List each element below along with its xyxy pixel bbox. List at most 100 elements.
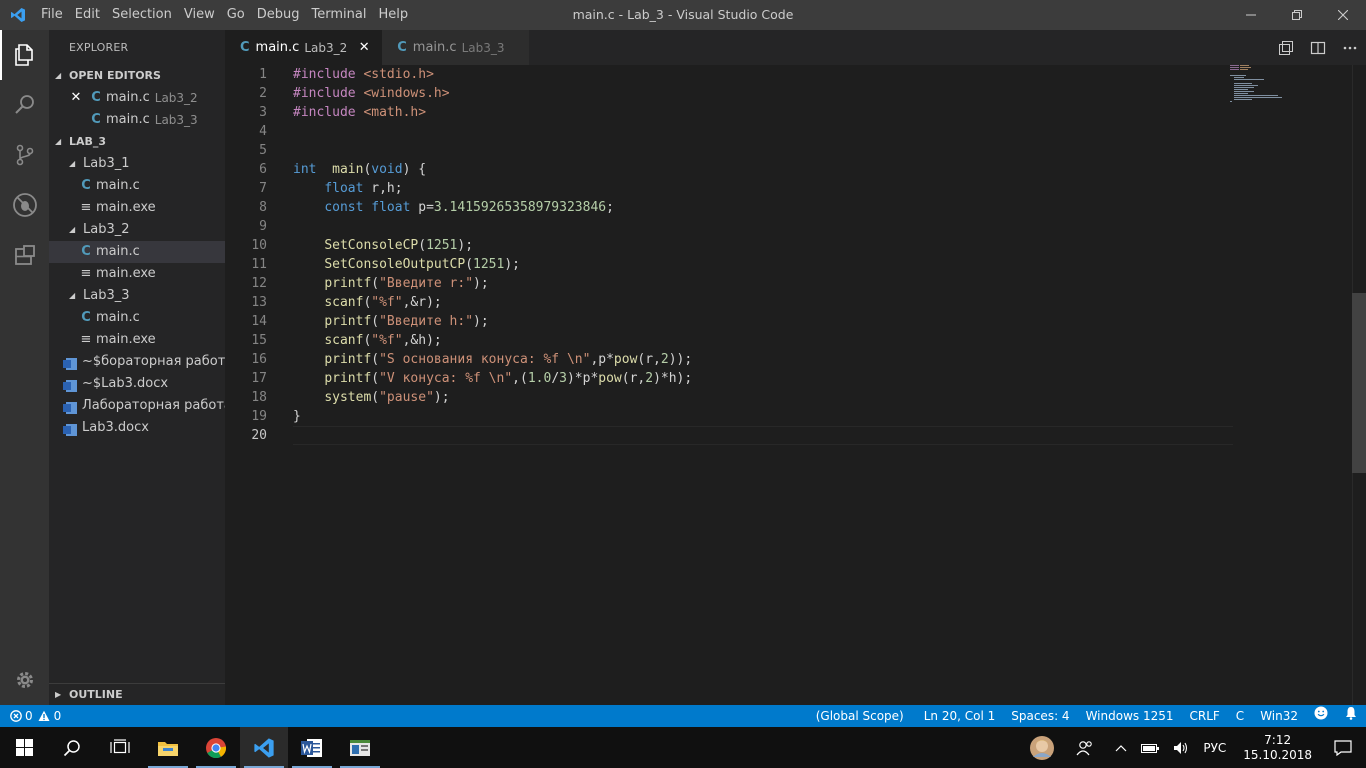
file-item[interactable]: ≡ main.exe	[49, 197, 225, 219]
menu-help[interactable]: Help	[372, 0, 414, 30]
line-number: 4	[259, 124, 267, 139]
menu-view[interactable]: View	[178, 0, 221, 30]
doc-item[interactable]: ~$бораторная работа...	[49, 351, 225, 373]
outline-header[interactable]: ▶ OUTLINE	[49, 683, 225, 705]
status-platform[interactable]: Win32	[1252, 705, 1306, 727]
folder-item-lab3-2[interactable]: ◢ Lab3_2	[49, 219, 225, 241]
code-line[interactable]: SetConsoleOutputCP(1251);	[293, 255, 1233, 274]
menu-edit[interactable]: Edit	[69, 0, 106, 30]
notification-center-icon[interactable]	[1322, 739, 1366, 756]
restore-button[interactable]	[1274, 0, 1320, 30]
app-icon[interactable]	[336, 727, 384, 768]
doc-item[interactable]: Лабораторная работа...	[49, 395, 225, 417]
code-line[interactable]	[293, 217, 1233, 236]
c-file-icon: C	[81, 310, 91, 325]
doc-item[interactable]: Lab3.docx	[49, 417, 225, 439]
clock[interactable]: 7:12 15.10.2018	[1233, 733, 1322, 763]
tab-main-c-lab3-2[interactable]: C main.c Lab3_2 ✕	[225, 30, 383, 65]
notifications-bell-icon[interactable]	[1336, 705, 1366, 727]
split-editor-icon[interactable]	[1302, 40, 1334, 56]
code-line[interactable]	[293, 426, 1233, 445]
line-number: 20	[251, 428, 267, 443]
code-line[interactable]	[293, 141, 1233, 160]
folder-item-lab3-3[interactable]: ◢ Lab3_3	[49, 285, 225, 307]
code-line[interactable]: scanf("%f",&r);	[293, 293, 1233, 312]
feedback-smiley-icon[interactable]	[1306, 705, 1336, 727]
line-number: 5	[259, 143, 267, 158]
task-view-icon[interactable]	[96, 727, 144, 768]
tab-main-c-lab3-3[interactable]: C main.c Lab3_3	[382, 30, 529, 65]
people-icon[interactable]	[1062, 740, 1108, 756]
source-control-icon[interactable]	[0, 130, 49, 180]
menu-file[interactable]: File	[35, 0, 69, 30]
status-encoding[interactable]: Windows 1251	[1078, 705, 1182, 727]
doc-item[interactable]: ~$Lab3.docx	[49, 373, 225, 395]
word-doc-icon	[63, 356, 77, 370]
menu-go[interactable]: Go	[221, 0, 251, 30]
folder-header[interactable]: ◢ LAB_3	[49, 131, 225, 153]
code-line[interactable]: #include <math.h>	[293, 103, 1233, 122]
word-icon[interactable]	[288, 727, 336, 768]
file-item[interactable]: ≡ main.exe	[49, 329, 225, 351]
open-changes-icon[interactable]	[1270, 40, 1302, 56]
avatar[interactable]	[1022, 735, 1062, 761]
close-icon[interactable]: ✕	[356, 40, 372, 55]
start-icon[interactable]	[0, 727, 48, 768]
code-area[interactable]: #include <stdio.h> #include <windows.h> #i…	[293, 65, 1233, 445]
code-line[interactable]: printf("V конуса: %f \n",(1.0/3)*p*pow(r…	[293, 369, 1233, 388]
explorer-icon[interactable]	[0, 30, 49, 80]
minimize-button[interactable]	[1228, 0, 1274, 30]
code-line[interactable]: #include <stdio.h>	[293, 65, 1233, 84]
line-number: 8	[259, 200, 267, 215]
folder-item-lab3-1[interactable]: ◢ Lab3_1	[49, 153, 225, 175]
file-item[interactable]: C main.c	[49, 307, 225, 329]
open-editor-item[interactable]: C main.c Lab3_3	[49, 109, 225, 131]
code-line[interactable]: float r,h;	[293, 179, 1233, 198]
search-icon[interactable]	[48, 727, 96, 768]
code-editor[interactable]: 1 2 3 4 5 6 7 8 9 10 11 12 13 14 15 16 17 18 19 20 #include…	[225, 65, 1366, 705]
close-window-button[interactable]	[1320, 0, 1366, 30]
code-line[interactable]: system("pause");	[293, 388, 1233, 407]
code-line[interactable]: #include <windows.h>	[293, 84, 1233, 103]
code-line[interactable]: SetConsoleCP(1251);	[293, 236, 1233, 255]
code-line[interactable]: const float p=3.14159265358979323846;	[293, 198, 1233, 217]
code-line[interactable]: printf("Введите r:");	[293, 274, 1233, 293]
file-explorer-icon[interactable]	[144, 727, 192, 768]
status-indentation[interactable]: Spaces: 4	[1003, 705, 1077, 727]
code-line[interactable]: int main(void) {	[293, 160, 1233, 179]
vertical-scrollbar[interactable]	[1352, 293, 1366, 473]
file-item[interactable]: C main.c	[49, 175, 225, 197]
code-line[interactable]: printf("Введите h:");	[293, 312, 1233, 331]
vscode-icon[interactable]	[240, 727, 288, 768]
debug-icon[interactable]	[0, 180, 49, 230]
status-bar: 0 0 (Global Scope) Ln 20, Col 1 Spaces: …	[0, 705, 1366, 727]
language-indicator[interactable]: РУС	[1196, 741, 1233, 755]
volume-icon[interactable]	[1166, 741, 1196, 755]
problems-indicator[interactable]: 0 0	[0, 709, 61, 723]
search-icon[interactable]	[0, 80, 49, 130]
menu-terminal[interactable]: Terminal	[306, 0, 373, 30]
status-language[interactable]: C	[1228, 705, 1252, 727]
extensions-icon[interactable]	[0, 230, 49, 280]
code-line[interactable]	[293, 122, 1233, 141]
code-line[interactable]: }	[293, 407, 1233, 426]
menu-debug[interactable]: Debug	[251, 0, 306, 30]
code-line[interactable]: scanf("%f",&h);	[293, 331, 1233, 350]
status-scope[interactable]: (Global Scope)	[808, 705, 912, 727]
close-icon[interactable]: ✕	[69, 87, 83, 109]
open-editors-header[interactable]: ◢ OPEN EDITORS	[49, 65, 225, 87]
file-item[interactable]: ≡ main.exe	[49, 263, 225, 285]
chevron-up-icon[interactable]	[1108, 744, 1134, 752]
more-actions-icon[interactable]	[1334, 40, 1366, 56]
file-item-selected[interactable]: C main.c	[49, 241, 225, 263]
status-cursor-position[interactable]: Ln 20, Col 1	[916, 705, 1004, 727]
status-eol[interactable]: CRLF	[1181, 705, 1227, 727]
open-editor-item[interactable]: ✕ C main.c Lab3_2	[49, 87, 225, 109]
minimap[interactable]	[1230, 65, 1290, 105]
chrome-icon[interactable]	[192, 727, 240, 768]
battery-icon[interactable]	[1134, 742, 1166, 754]
gear-icon[interactable]	[0, 663, 49, 697]
line-number: 18	[251, 390, 267, 405]
code-line[interactable]: printf("S основания конуса: %f \n",p*pow…	[293, 350, 1233, 369]
menu-selection[interactable]: Selection	[106, 0, 178, 30]
